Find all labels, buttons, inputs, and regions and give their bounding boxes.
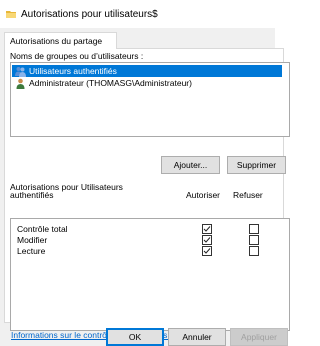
remove-button[interactable]: Supprimer bbox=[227, 156, 286, 174]
user-group-icon bbox=[15, 66, 26, 77]
tab-panel: Noms de groupes ou d’utilisateurs : Util… bbox=[4, 48, 290, 340]
user-icon bbox=[16, 78, 25, 89]
apply-button[interactable]: Appliquer bbox=[230, 328, 288, 346]
title-bar: Autorisations pour utilisateurs$ bbox=[0, 0, 275, 28]
folder-icon bbox=[6, 11, 16, 18]
deny-checkbox-full-control[interactable] bbox=[249, 224, 259, 234]
groups-label: Noms de groupes ou d’utilisateurs : bbox=[10, 51, 144, 61]
permissions-list: Contrôle total Modifier Lecture bbox=[10, 218, 290, 331]
user-row-label: Utilisateurs authentifiés bbox=[29, 66, 117, 76]
add-button[interactable]: Ajouter... bbox=[161, 156, 220, 174]
checkmark-icon bbox=[203, 226, 211, 232]
dialog-body: Autorisations du partage Noms de groupes… bbox=[0, 28, 290, 346]
user-row-administrator[interactable]: Administrateur (THOMASG\Administrateur) bbox=[12, 77, 282, 89]
tab-share-permissions[interactable]: Autorisations du partage bbox=[4, 32, 117, 49]
allow-checkbox-read[interactable] bbox=[202, 246, 212, 256]
deny-checkbox-read[interactable] bbox=[249, 246, 259, 256]
deny-checkbox-modify[interactable] bbox=[249, 235, 259, 245]
users-list[interactable]: Utilisateurs authentifiés Administrateur… bbox=[10, 62, 290, 137]
checkmark-icon bbox=[203, 248, 211, 254]
user-row-label: Administrateur (THOMASG\Administrateur) bbox=[29, 78, 192, 88]
permission-name: Modifier bbox=[17, 235, 48, 245]
permission-name: Contrôle total bbox=[17, 224, 68, 234]
permission-name: Lecture bbox=[17, 246, 46, 256]
user-row-authenticated-users[interactable]: Utilisateurs authentifiés bbox=[12, 65, 282, 77]
deny-column-header: Refuser bbox=[233, 190, 263, 200]
cancel-button[interactable]: Annuler bbox=[168, 328, 226, 346]
allow-checkbox-modify[interactable] bbox=[202, 235, 212, 245]
permissions-header-principal: authentifiés bbox=[10, 190, 54, 200]
checkmark-icon bbox=[203, 237, 211, 243]
allow-column-header: Autoriser bbox=[186, 190, 221, 200]
ok-button[interactable]: OK bbox=[106, 328, 164, 346]
allow-checkbox-full-control[interactable] bbox=[202, 224, 212, 234]
window-title: Autorisations pour utilisateurs$ bbox=[21, 9, 158, 20]
permission-row-read: Lecture bbox=[11, 245, 291, 257]
